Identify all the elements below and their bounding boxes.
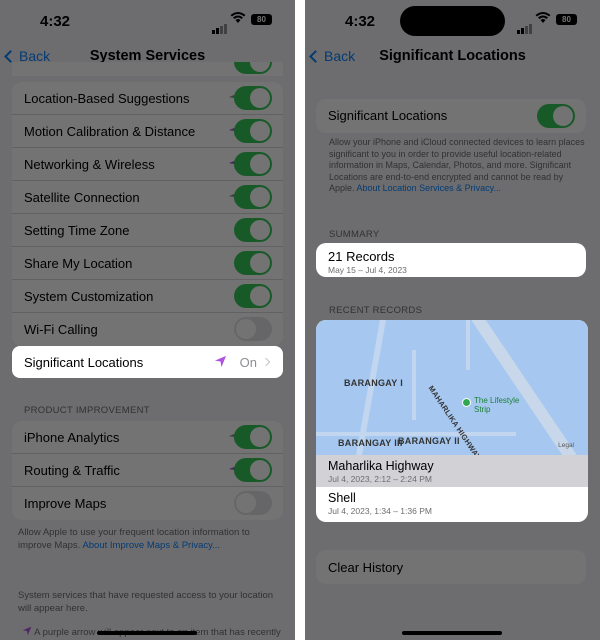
map-pin-icon (462, 398, 471, 407)
significant-locations-label: Significant Locations (24, 355, 144, 370)
toggle-switch[interactable] (234, 317, 272, 341)
list-item-label: Satellite Connection (24, 190, 140, 205)
summary-row[interactable]: 21 Records May 15 – Jul 4, 2023 (316, 243, 586, 277)
location-privacy-link[interactable]: About Location Services & Privacy... (357, 183, 501, 193)
left-phone-screen: 4:32 80 Back System Services Location-Ba… (0, 0, 295, 640)
significant-locations-description: Allow your iPhone and iCloud connected d… (329, 137, 585, 193)
toggle-switch[interactable] (234, 119, 272, 143)
significant-locations-row[interactable]: Significant Locations On (12, 346, 283, 378)
status-time: 4:32 (345, 13, 376, 30)
record-row[interactable]: Maharlika Highway Jul 4, 2023, 2:12 – 2:2… (316, 455, 588, 487)
battery-icon: 80 (251, 14, 272, 25)
clear-history-button[interactable]: Clear History (316, 550, 586, 584)
battery-icon: 80 (556, 14, 577, 25)
improve-maps-footer: Allow Apple to use your frequent locatio… (18, 527, 250, 551)
toggle-switch[interactable] (234, 425, 272, 449)
list-item-label: Motion Calibration & Distance (24, 124, 196, 139)
records-map[interactable]: BARANGAY I BARANGAY II BARANGAY III MAHA… (316, 320, 588, 455)
list-item: Wi-Fi Calling (12, 313, 283, 346)
list-item-label: Setting Time Zone (24, 223, 130, 238)
clear-history-group: Clear History (316, 550, 586, 584)
home-indicator (402, 631, 502, 635)
list-item-partial (12, 62, 283, 76)
list-item-label: Improve Maps (24, 496, 107, 511)
toggle-switch[interactable] (234, 185, 272, 209)
list-item-label: System Customization (24, 289, 154, 304)
list-item-label: Share My Location (24, 256, 133, 271)
record-subtitle: Jul 4, 2023, 1:34 – 1:36 PM (328, 506, 432, 516)
list-item: System Customization (12, 280, 283, 313)
significant-locations-toggle-group: Significant Locations (316, 99, 586, 133)
toggle-switch[interactable] (234, 86, 272, 110)
map-legal-link[interactable]: Legal (558, 442, 574, 449)
status-bar: 4:32 80 (0, 0, 295, 40)
dynamic-island (400, 6, 505, 36)
list-item-label: iPhone Analytics (24, 430, 120, 445)
section-header: SUMMARY (329, 229, 380, 240)
status-time: 4:32 (40, 13, 71, 30)
toggle-switch[interactable] (234, 458, 272, 482)
record-subtitle: Jul 4, 2023, 2:12 – 2:24 PM (328, 474, 432, 484)
chevron-right-icon (261, 357, 271, 367)
list-item: Share My Location (12, 247, 283, 280)
list-item: Improve Maps (12, 487, 283, 520)
significant-locations-toggle[interactable] (537, 104, 575, 128)
map-road (466, 320, 470, 370)
significant-locations-value: On (239, 355, 257, 370)
toggle-switch[interactable] (234, 491, 272, 515)
home-indicator (97, 631, 197, 635)
toggle-switch[interactable] (234, 284, 272, 308)
toggle-switch[interactable] (234, 152, 272, 176)
significant-locations-toggle-row[interactable]: Significant Locations (316, 99, 586, 133)
record-row[interactable]: Shell Jul 4, 2023, 1:34 – 1:36 PM (316, 487, 588, 519)
list-item-label: Networking & Wireless (24, 157, 155, 172)
map-label: BARANGAY I (344, 378, 404, 388)
services-list: Location-Based Suggestions Motion Calibra… (12, 82, 283, 346)
list-item: Networking & Wireless (12, 148, 283, 181)
list-item: iPhone Analytics (12, 421, 283, 454)
page-title: Significant Locations (379, 48, 526, 64)
section-header: RECENT RECORDS (329, 305, 423, 316)
list-item-label: Location-Based Suggestions (24, 91, 190, 106)
toggle-switch[interactable] (234, 62, 272, 74)
list-item: Setting Time Zone (12, 214, 283, 247)
services-footer: System services that have requested acce… (18, 590, 274, 614)
records-list: Maharlika Highway Jul 4, 2023, 2:12 – 2:2… (316, 455, 588, 519)
map-label: BARANGAY III (338, 438, 403, 448)
cellular-signal-icon (517, 16, 533, 34)
wifi-icon (535, 12, 551, 23)
record-title: Shell (328, 491, 356, 505)
location-arrow-icon (214, 355, 227, 368)
list-item: Routing & Traffic (12, 454, 283, 487)
cellular-signal-icon (212, 16, 228, 34)
improve-maps-privacy-link[interactable]: About Improve Maps & Privacy... (82, 540, 220, 551)
summary-title: 21 Records (328, 249, 395, 264)
location-arrow-icon (22, 626, 32, 636)
list-item: Motion Calibration & Distance (12, 115, 283, 148)
wifi-icon (230, 12, 246, 23)
map-poi-label: The Lifestyle Strip (474, 396, 520, 414)
list-item-label: Wi-Fi Calling (24, 322, 98, 337)
map-road (412, 350, 416, 420)
toggle-switch[interactable] (234, 218, 272, 242)
summary-subtitle: May 15 – Jul 4, 2023 (328, 265, 407, 275)
list-item: Location-Based Suggestions (12, 82, 283, 115)
list-item-label: Routing & Traffic (24, 463, 120, 478)
right-phone-screen: 4:32 80 Back Significant Locations Signi… (305, 0, 600, 640)
section-header: PRODUCT IMPROVEMENT (24, 405, 150, 416)
product-improvement-list: iPhone Analytics Routing & Traffic Improve… (12, 421, 283, 520)
nav-bar: Back Significant Locations (305, 44, 600, 70)
list-item: Satellite Connection (12, 181, 283, 214)
map-label: BARANGAY II (398, 436, 460, 446)
record-title: Maharlika Highway (328, 459, 434, 473)
recent-records-card: BARANGAY I BARANGAY II BARANGAY III MAHA… (316, 320, 588, 522)
toggle-switch[interactable] (234, 251, 272, 275)
